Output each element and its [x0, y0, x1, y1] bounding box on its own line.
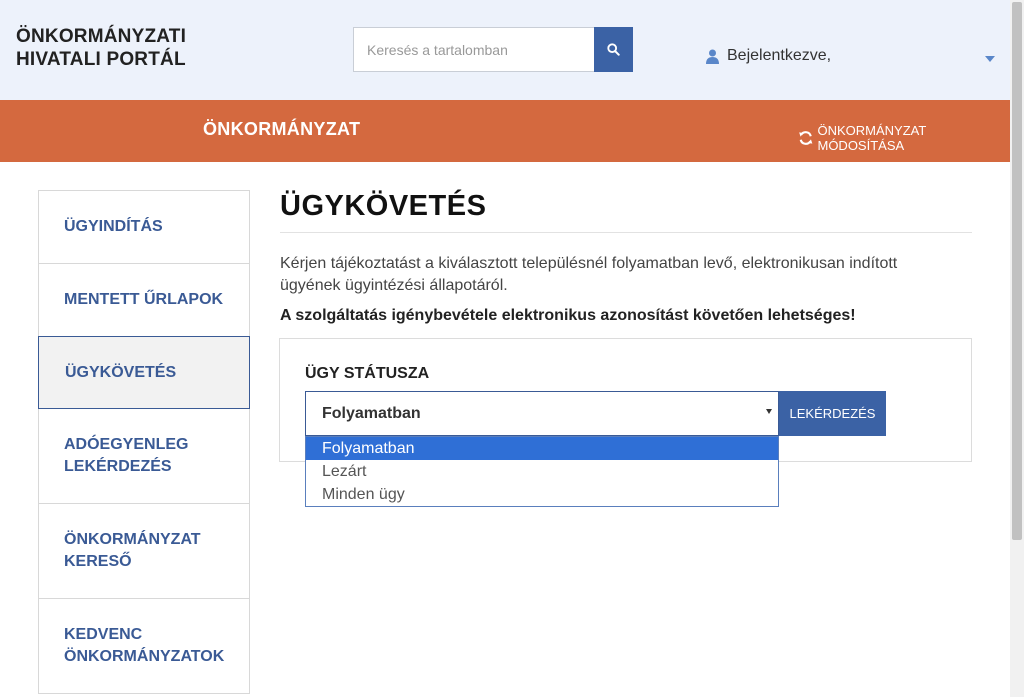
sidebar-item-label: KEDVENC ÖNKORMÁNYZATOK [64, 624, 224, 668]
sidebar-item-label-line-2: ÖNKORMÁNYZATOK [64, 648, 225, 665]
brand-line-1: ÖNKORMÁNYZATI [16, 26, 187, 47]
sidebar-item-label: ÖNKORMÁNYZAT KERESŐ [64, 529, 201, 573]
sidebar-item-label-line-2: LEKÉRDEZÉS [64, 458, 172, 475]
scrollbar-thumb[interactable] [1012, 2, 1022, 540]
dropdown-option-all-cases[interactable]: Minden ügy [306, 483, 778, 506]
user-icon [706, 49, 719, 64]
modify-municipality-label: ÖNKORMÁNYZAT MÓDOSÍTÁSA [817, 123, 927, 153]
auth-notice: A szolgáltatás igénybevétele elektroniku… [280, 307, 856, 324]
sidebar-item-label: MENTETT ŰRLAPOK [64, 291, 224, 308]
sidebar-item-label-line-2: KERESŐ [64, 553, 132, 570]
sidebar-item-label-line-1: KEDVENC [64, 626, 143, 643]
sidebar-item-label-line-1: ÖNKORMÁNYZAT [64, 531, 201, 548]
sidebar-item-label: ÜGYINDÍTÁS [64, 218, 163, 235]
user-menu[interactable]: Bejelentkezve, [706, 47, 831, 65]
page-title: ÜGYKÖVETÉS [280, 190, 487, 222]
user-label: Bejelentkezve, [727, 47, 832, 64]
dropdown-option-in-progress[interactable]: Folyamatban [306, 437, 778, 460]
title-divider [280, 232, 972, 233]
municipality-title: ÖNKORMÁNYZAT [203, 119, 361, 139]
sidebar-item-saved-forms[interactable]: MENTETT ŰRLAPOK [39, 264, 249, 337]
modify-municipality-link[interactable]: ÖNKORMÁNYZAT MÓDOSÍTÁSA [798, 123, 1010, 153]
municipality-bar: ÖNKORMÁNYZAT ÖNKORMÁNYZAT MÓDOSÍTÁSA [0, 100, 1010, 162]
select-arrow-icon [766, 409, 772, 414]
refresh-icon [799, 131, 813, 145]
search-input[interactable] [353, 27, 595, 72]
status-dropdown-list: Folyamatban Lezárt Minden ügy [305, 436, 779, 507]
query-button[interactable]: LEKÉRDEZÉS [779, 391, 886, 436]
sidebar-item-tax-balance[interactable]: ADÓEGYENLEG LEKÉRDEZÉS [39, 409, 249, 504]
status-select[interactable]: Folyamatban [305, 391, 779, 436]
sidebar-item-label: ÜGYKÖVETÉS [65, 363, 177, 381]
sidebar-item-case-start[interactable]: ÜGYINDÍTÁS [39, 191, 249, 264]
sidebar-item-municipality-search[interactable]: ÖNKORMÁNYZAT KERESŐ [39, 504, 249, 599]
sidebar-nav: ÜGYINDÍTÁS MENTETT ŰRLAPOK ÜGYKÖVETÉS AD… [38, 190, 250, 694]
portal-logo[interactable]: ÖNKORMÁNYZATI HIVATALI PORTÁL [16, 25, 186, 71]
sidebar-item-favorite-municipalities[interactable]: KEDVENC ÖNKORMÁNYZATOK [39, 599, 249, 694]
sidebar-item-case-tracking[interactable]: ÜGYKÖVETÉS [38, 336, 250, 409]
search-icon [607, 43, 620, 56]
search-button[interactable] [594, 27, 633, 72]
sidebar-item-label-line-1: ADÓEGYENLEG [64, 436, 189, 453]
status-label: ÜGY STÁTUSZA [305, 365, 430, 382]
dropdown-option-closed[interactable]: Lezárt [306, 460, 778, 483]
sidebar-item-label: ADÓEGYENLEG LEKÉRDEZÉS [64, 434, 188, 478]
intro-text: Kérjen tájékoztatást a kiválasztott tele… [280, 255, 898, 294]
status-select-value: Folyamatban [322, 404, 421, 422]
chevron-down-icon[interactable] [985, 56, 995, 62]
brand-line-2: HIVATALI PORTÁL [16, 49, 186, 70]
